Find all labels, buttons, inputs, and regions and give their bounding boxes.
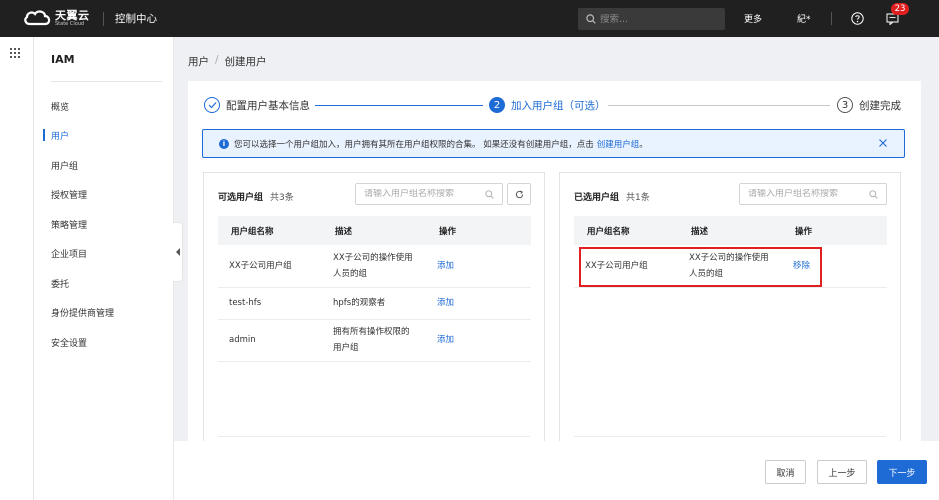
step-connector [608,105,830,106]
sidebar-item-policies[interactable]: 策略管理 [51,218,87,231]
step-basic-info: 配置用户基本信息 [204,97,310,113]
table-row: XX子公司用户组 XX子公司的操作使用 人员的组 添加 [218,245,531,288]
next-step-button[interactable]: 下一步 [877,460,927,484]
iam-sidebar: IAM 概览 用户 用户组 授权管理 策略管理 企业项目 委托 身份提供商管理 … [34,37,174,500]
breadcrumb-users-link[interactable]: 用户 [188,54,209,69]
add-group-button[interactable]: 添加 [426,245,531,288]
sidebar-item-identity-providers[interactable]: 身份提供商管理 [51,306,114,319]
table-header-row: 用户组名称 描述 操作 [218,216,531,245]
selected-groups-search[interactable] [739,183,887,205]
available-groups-search-input[interactable] [364,189,474,199]
column-header: 操作 [782,216,887,245]
panel-count: 共1条 [626,193,650,203]
info-icon: i [219,138,229,149]
column-header: 操作 [426,216,531,245]
divider [831,12,832,25]
step-join-group: 2 加入用户组（可选） [489,97,606,113]
column-header: 描述 [322,216,426,245]
search-icon [586,14,596,24]
panel-count: 共3条 [270,193,294,203]
help-icon[interactable] [851,12,864,25]
sidebar-item-authorization[interactable]: 授权管理 [51,188,87,201]
global-search[interactable] [578,8,725,30]
selected-groups-panel: 已选用户组 共1条 用户组名称 描述 操作 XX子公司用户组 XX子公司的操作使… [559,172,901,441]
service-rail [0,37,34,500]
cloud-logo-icon [24,10,51,26]
close-icon[interactable] [878,138,888,148]
create-group-link[interactable]: 创建用户组 [597,138,640,150]
step-number: 3 [837,97,853,113]
previous-step-button[interactable]: 上一步 [817,460,867,484]
description-cell: 拥有所有操作权限的 用户组 [322,319,426,362]
top-nav-bar: 天翼云 State Cloud 控制中心 更多 紀* 23 [0,0,939,37]
step-label: 配置用户基本信息 [226,99,310,112]
check-icon [204,97,220,113]
group-name-cell: XX子公司用户组 [218,245,322,288]
step-connector [315,105,483,106]
description-cell: hpfs的观察者 [322,287,426,320]
sidebar-item-user-groups[interactable]: 用户组 [51,159,78,172]
add-group-button[interactable]: 添加 [426,319,531,362]
panel-title: 可选用户组 [218,193,264,203]
available-groups-table: 用户组名称 描述 操作 XX子公司用户组 XX子公司的操作使用 人员的组 添加 t… [218,216,531,362]
divider [574,436,886,437]
refresh-button[interactable] [507,183,531,205]
sidebar-title: IAM [51,53,75,66]
column-header: 用户组名称 [218,216,322,245]
description-cell: XX子公司的操作使用 人员的组 [322,245,426,288]
annotation-highlight [579,247,822,287]
sidebar-item-overview[interactable]: 概览 [51,100,69,113]
refresh-icon [515,189,523,198]
sidebar-collapse-handle[interactable] [173,222,183,282]
breadcrumb: 用户 / 创建用户 [188,54,267,69]
selected-groups-search-input[interactable] [748,189,858,199]
breadcrumb-current: 创建用户 [224,56,267,68]
global-search-input[interactable] [600,13,710,25]
breadcrumb-separator: / [215,54,219,66]
column-header: 描述 [678,216,782,245]
column-header: 用户组名称 [574,216,678,245]
add-group-button[interactable]: 添加 [426,287,531,320]
info-suffix: 。 [639,139,648,150]
logo-text-cn: 天翼云 [55,8,90,22]
sidebar-item-users[interactable]: 用户 [51,129,69,142]
search-icon [485,190,494,199]
info-banner: i 您可以选择一个用户组加入，用户拥有其所在用户组权限的合集。 如果还没有创建用… [202,129,905,158]
more-menu[interactable]: 更多 [744,12,762,25]
divider [103,12,104,26]
sidebar-item-delegation[interactable]: 委托 [51,277,69,290]
chevron-left-icon [175,248,180,256]
divider [218,436,530,437]
step-label: 创建完成 [859,99,901,112]
sidebar-item-enterprise-projects[interactable]: 企业项目 [51,247,87,260]
group-name-cell: admin [218,319,322,362]
available-groups-panel: 可选用户组 共3条 用户组名称 描述 操作 [203,172,545,441]
info-text: 您可以选择一个用户组加入，用户拥有其所在用户组权限的合集。 如果还没有创建用户组… [234,139,594,150]
sidebar-item-security-settings[interactable]: 安全设置 [51,336,87,349]
step-complete: 3 创建完成 [837,97,901,113]
table-row: test-hfs hpfs的观察者 添加 [218,287,531,320]
brand-logo[interactable]: 天翼云 State Cloud [22,9,90,27]
logo-text-en: State Cloud [55,20,85,27]
search-icon [869,190,878,199]
table-row: admin 拥有所有操作权限的 用户组 添加 [218,319,531,362]
divider [51,81,162,82]
group-name-cell: test-hfs [218,287,322,320]
console-title[interactable]: 控制中心 [115,11,157,26]
user-menu[interactable]: 紀* [797,12,811,25]
notification-badge: 23 [891,3,909,15]
panel-title: 已选用户组 [574,193,620,203]
available-groups-search[interactable] [355,183,503,205]
cancel-button[interactable]: 取消 [765,460,806,484]
table-header-row: 用户组名称 描述 操作 [574,216,887,245]
step-number: 2 [489,97,505,113]
step-label: 加入用户组（可选） [511,99,606,112]
apps-grid-icon[interactable] [10,48,20,58]
active-indicator [43,129,45,141]
footer-action-bar: 取消 上一步 下一步 [174,441,939,500]
